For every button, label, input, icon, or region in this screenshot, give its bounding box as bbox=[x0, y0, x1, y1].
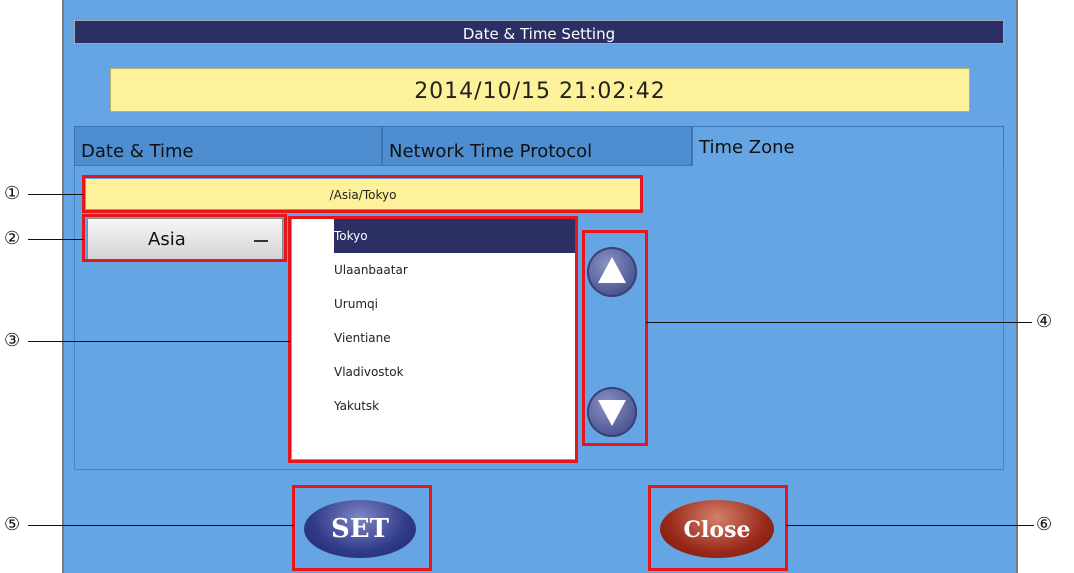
callout-5: ⑤ bbox=[4, 514, 21, 535]
leader-line-1 bbox=[28, 194, 84, 195]
set-button[interactable]: SET bbox=[304, 500, 416, 558]
region-dropdown-value: Asia bbox=[148, 229, 186, 250]
tab-network-time-protocol[interactable]: Network Time Protocol bbox=[382, 126, 692, 166]
region-dropdown[interactable]: Asia bbox=[87, 218, 283, 260]
leader-line-3 bbox=[28, 341, 290, 342]
timezone-path-display: /Asia/Tokyo bbox=[86, 179, 640, 209]
list-item[interactable]: Vladivostok bbox=[292, 355, 575, 389]
tab-date-time[interactable]: Date & Time bbox=[74, 126, 382, 166]
callout-2: ② bbox=[4, 228, 21, 249]
list-item[interactable]: Vientiane bbox=[292, 321, 575, 355]
scroll-down-button[interactable] bbox=[587, 387, 637, 437]
leader-line-5 bbox=[28, 525, 294, 526]
leader-line-2 bbox=[28, 239, 84, 240]
list-item-selected[interactable]: Tokyo bbox=[334, 219, 575, 253]
callout-6: ⑥ bbox=[1036, 514, 1053, 535]
list-item[interactable]: Yakutsk bbox=[292, 389, 575, 423]
list-item[interactable]: Urumqi bbox=[292, 287, 575, 321]
current-datetime: 2014/10/15 21:02:42 bbox=[110, 68, 970, 112]
leader-line-4 bbox=[646, 322, 1032, 323]
scroll-up-button[interactable] bbox=[587, 247, 637, 297]
list-item[interactable]: Ulaanbaatar bbox=[292, 253, 575, 287]
tab-time-zone[interactable]: Time Zone bbox=[692, 126, 1004, 166]
up-arrow-icon bbox=[598, 257, 626, 283]
window-title: Date & Time Setting bbox=[74, 20, 1004, 44]
callout-4: ④ bbox=[1036, 311, 1053, 332]
close-button[interactable]: Close bbox=[660, 500, 774, 558]
city-list[interactable]: Tokyo Ulaanbaatar Urumqi Vientiane Vladi… bbox=[292, 219, 575, 459]
down-arrow-icon bbox=[598, 400, 626, 426]
dropdown-dash-icon bbox=[254, 240, 268, 242]
leader-line-6 bbox=[786, 525, 1034, 526]
callout-1: ① bbox=[4, 183, 21, 204]
callout-3: ③ bbox=[4, 330, 21, 351]
